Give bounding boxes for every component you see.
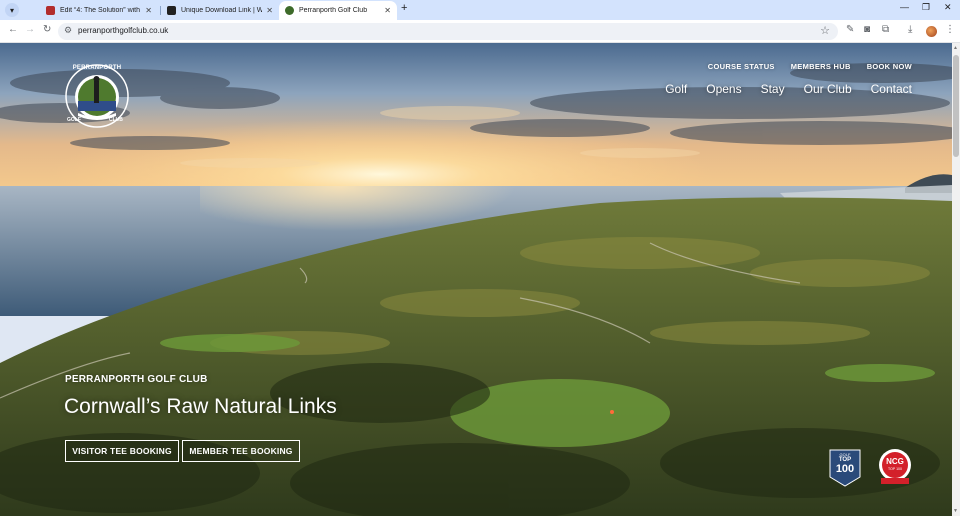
nav-members-hub[interactable]: MEMBERS HUB (791, 62, 851, 71)
club-logo[interactable]: PERRANPORTH GOLF CLUB (64, 63, 130, 129)
nav-stay[interactable]: Stay (761, 82, 785, 96)
pen-icon[interactable]: ✎ (846, 24, 854, 35)
new-tab-button[interactable]: + (401, 2, 407, 14)
ncg-sub: TOP 100 (888, 467, 902, 471)
tab-wetransfer[interactable]: Unique Download Link | WeTra ✕ (161, 1, 279, 20)
extensions-icon[interactable]: ⧉ (882, 24, 889, 35)
minimize-icon[interactable]: — (900, 2, 909, 12)
camera-icon[interactable]: ◙ (864, 24, 870, 35)
tab-perranporth[interactable]: Perranporth Golf Club ✕ (279, 1, 397, 20)
nav-golf[interactable]: Golf (665, 82, 687, 96)
elementor-favicon-icon (46, 6, 55, 15)
top100-number: 100 (835, 463, 855, 475)
page-viewport: PERRANPORTH GOLF CLUB COURSE STATUS MEMB… (0, 43, 952, 516)
close-tab-icon[interactable]: ✕ (266, 6, 273, 15)
scroll-thumb[interactable] (953, 55, 959, 157)
tab-title: Edit “4: The Solution” with Elem (60, 7, 141, 14)
reload-icon[interactable]: ↻ (43, 24, 51, 35)
nav-book-now[interactable]: BOOK NOW (867, 62, 912, 71)
member-tee-booking-button[interactable]: MEMBER TEE BOOKING (182, 440, 300, 462)
logo-text-top: PERRANPORTH (72, 65, 122, 71)
main-nav: Golf Opens Stay Our Club Contact (665, 82, 912, 96)
page-scrollbar[interactable]: ▲ ▼ (952, 43, 960, 516)
scroll-down-icon[interactable]: ▼ (953, 508, 958, 514)
utility-nav: COURSE STATUS MEMBERS HUB BOOK NOW (708, 62, 912, 71)
tab-title: Perranporth Golf Club (299, 7, 368, 14)
restore-icon[interactable]: ❐ (922, 2, 930, 13)
close-tab-icon[interactable]: ✕ (384, 6, 391, 15)
scroll-up-icon[interactable]: ▲ (953, 45, 958, 51)
nav-opens[interactable]: Opens (706, 82, 741, 96)
url-text[interactable]: perranporthgolfclub.co.uk (78, 26, 168, 35)
nav-contact[interactable]: Contact (871, 82, 912, 96)
top100-badge: GOLF TOP 100 (829, 449, 861, 487)
logo-text-left: GOLF (67, 117, 81, 123)
visitor-tee-booking-button[interactable]: VISITOR TEE BOOKING (65, 440, 179, 462)
ncg-label: NCG (886, 457, 904, 466)
profile-avatar[interactable] (926, 26, 937, 37)
menu-kebab-icon[interactable]: ⋮ (945, 24, 955, 35)
close-tab-icon[interactable]: ✕ (145, 6, 152, 15)
wetransfer-favicon-icon (167, 6, 176, 15)
nav-our-club[interactable]: Our Club (804, 82, 852, 96)
back-icon[interactable]: ← (8, 24, 18, 35)
site-info-icon[interactable]: ⚙ (64, 25, 72, 36)
bookmark-star-icon[interactable]: ☆ (820, 24, 830, 37)
logo-text-right: CLUB (109, 117, 123, 123)
hero-eyebrow: PERRANPORTH GOLF CLUB (65, 374, 208, 385)
forward-icon[interactable]: → (25, 24, 35, 35)
ncg-badge: NCG TOP 100 (878, 448, 912, 486)
nav-course-status[interactable]: COURSE STATUS (708, 62, 775, 71)
tab-elementor[interactable]: Edit “4: The Solution” with Elem ✕ (40, 1, 158, 20)
close-window-icon[interactable]: ✕ (944, 2, 952, 13)
tab-strip: ▾ Edit “4: The Solution” with Elem ✕ Uni… (0, 0, 960, 20)
hero-headline: Cornwall’s Raw Natural Links (64, 395, 337, 418)
golf-club-favicon-icon (285, 6, 294, 15)
browser-toolbar: ← → ↻ ⚙ perranporthgolfclub.co.uk ☆ ✎ ◙ … (0, 20, 960, 43)
download-icon[interactable]: ⤓ (908, 24, 912, 35)
tab-title: Unique Download Link | WeTra (181, 7, 263, 14)
address-bar[interactable]: ⚙ perranporthgolfclub.co.uk ☆ (58, 23, 838, 40)
tab-search-icon[interactable]: ▾ (5, 3, 19, 17)
